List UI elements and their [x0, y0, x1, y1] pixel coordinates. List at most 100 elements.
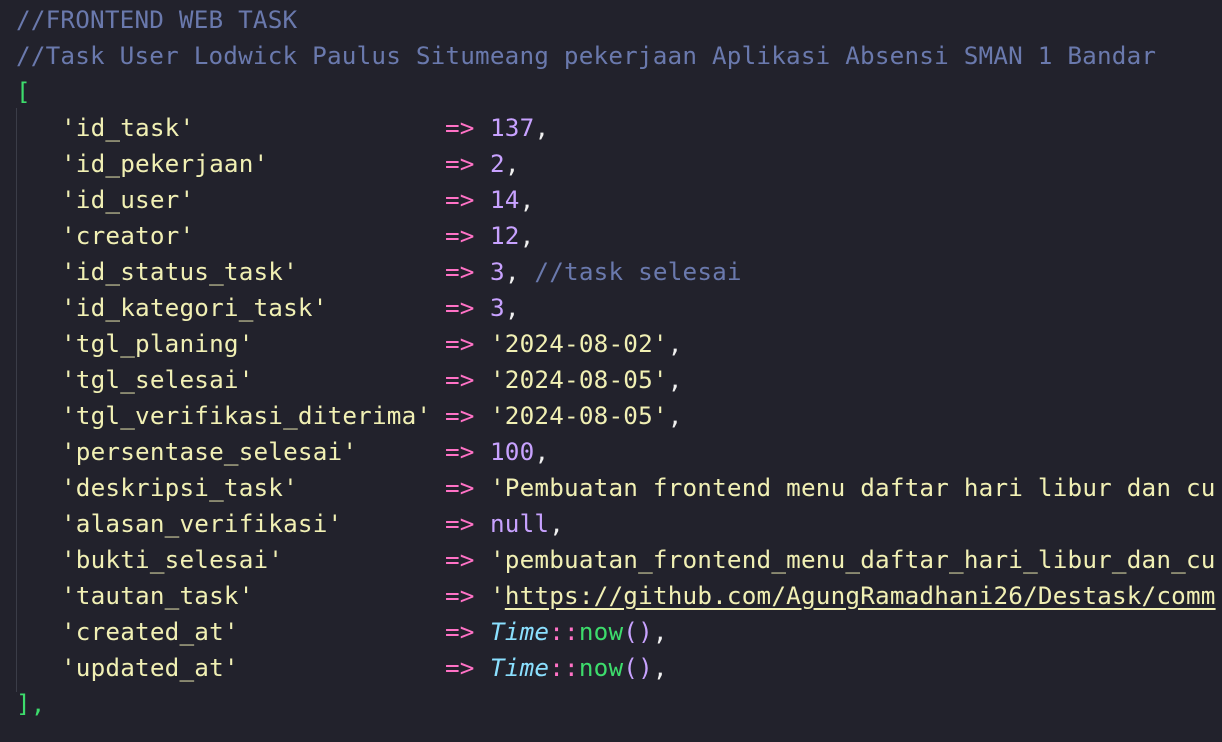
entry-value-group: 'Pembuatan frontend menu daftar hari lib…	[490, 470, 1216, 506]
arrow-operator: =>	[445, 617, 475, 646]
arrow-operator: =>	[445, 221, 475, 250]
entry-class-name: Time	[490, 653, 550, 682]
entry-value-group: 12,	[490, 218, 534, 254]
code-line: 'tautan_task' => 'https://github.com/Agung…	[0, 578, 1222, 614]
arrow-operator: =>	[445, 581, 475, 610]
entry-value: 'pembuatan_frontend_menu_daftar_hari_lib…	[490, 545, 1216, 574]
entry-value-group: '2024-08-05',	[490, 398, 683, 434]
entry-key: 'tautan_task'	[61, 581, 254, 610]
arrow-operator: =>	[445, 293, 475, 322]
entry-key: 'bukti_selesai'	[61, 545, 284, 574]
code-line: 'deskripsi_task' => 'Pembuatan frontend me…	[0, 470, 1222, 506]
entry-comma: ,	[549, 509, 565, 538]
entry-value-group: null,	[490, 506, 564, 542]
entry-key: 'deskripsi_task'	[61, 473, 298, 502]
arrow-operator: =>	[445, 185, 475, 214]
entry-value-group: 'https://github.com/AgungRamadhani26/Des…	[490, 578, 1216, 614]
code-line: 'updated_at' => Time::now(),	[0, 650, 1222, 686]
entry-key: 'alasan_verifikasi'	[61, 509, 343, 538]
entry-scope-operator: ::	[549, 617, 579, 646]
entry-value: null	[490, 509, 550, 538]
entry-comma: ,	[534, 113, 550, 142]
entry-value: 3	[490, 257, 505, 286]
arrow-operator: =>	[445, 473, 475, 502]
entry-key: 'tgl_selesai'	[61, 365, 254, 394]
close-bracket: ],	[16, 686, 46, 722]
entry-key: 'updated_at'	[61, 653, 239, 682]
entry-value: 3	[490, 293, 505, 322]
inline-comment: //task selesai	[519, 257, 742, 286]
entry-value-group: '2024-08-02',	[490, 326, 683, 362]
entry-comma: ,	[667, 401, 683, 430]
entry-key: 'id_kategori_task'	[61, 293, 328, 322]
entry-value-group: 'pembuatan_frontend_menu_daftar_hari_lib…	[490, 542, 1216, 578]
arrow-operator: =>	[445, 509, 475, 538]
entry-parens: ()	[623, 653, 653, 682]
code-line: 'persentase_selesai' => 100,	[0, 434, 1222, 470]
entry-value-group: 3, //task selesai	[490, 254, 742, 290]
entry-comma: ,	[504, 149, 520, 178]
entry-parens: ()	[623, 617, 653, 646]
entry-value-quote: '	[490, 581, 505, 610]
entry-value-group: 14,	[490, 182, 534, 218]
code-line: 'tgl_verifikasi_diterima' => '2024-08-05',	[0, 398, 1222, 434]
entry-value: 100	[490, 437, 535, 466]
entry-value-group: 100,	[490, 434, 549, 470]
entry-key: 'id_user'	[61, 185, 195, 214]
arrow-operator: =>	[445, 437, 475, 466]
entry-comma: ,	[504, 293, 520, 322]
comment-line-description: //Task User Lodwick Paulus Situmeang pek…	[16, 41, 1157, 70]
entry-comma: ,	[504, 257, 520, 286]
code-editor[interactable]: //FRONTEND WEB TASK //Task User Lodwick …	[0, 0, 1222, 742]
entry-value: 14	[490, 185, 520, 214]
entry-value-group: 137,	[490, 110, 549, 146]
arrow-operator: =>	[445, 545, 475, 574]
code-line: 'id_status_task' => 3, //task selesai	[0, 254, 1222, 290]
entry-key: 'tgl_verifikasi_diterima'	[61, 401, 432, 430]
entry-value-group: Time::now(),	[490, 650, 668, 686]
code-line: 'id_pekerjaan' => 2,	[0, 146, 1222, 182]
code-line: 'id_user' => 14,	[0, 182, 1222, 218]
code-line: 'creator' => 12,	[0, 218, 1222, 254]
entry-comma: ,	[667, 365, 683, 394]
entry-value: 12	[490, 221, 520, 250]
entry-key: 'id_task'	[61, 113, 195, 142]
entry-value: '2024-08-05'	[490, 401, 668, 430]
entry-key: 'tgl_planing'	[61, 329, 254, 358]
arrow-operator: =>	[445, 329, 475, 358]
entry-value-group: 2,	[490, 146, 520, 182]
entry-comma: ,	[652, 617, 668, 646]
entry-comma: ,	[534, 437, 550, 466]
entry-value: 2	[490, 149, 505, 178]
entry-comma: ,	[519, 185, 535, 214]
code-line: 'id_task' => 137,	[0, 110, 1222, 146]
close-bracket-text: ],	[16, 689, 46, 718]
code-line: 'alasan_verifikasi' => null,	[0, 506, 1222, 542]
arrow-operator: =>	[445, 401, 475, 430]
entry-key: 'created_at'	[61, 617, 239, 646]
entry-class-name: Time	[490, 617, 550, 646]
entry-value: '2024-08-02'	[490, 329, 668, 358]
entry-function: now	[578, 653, 624, 682]
entry-key: 'persentase_selesai'	[61, 437, 358, 466]
entry-key: 'creator'	[61, 221, 195, 250]
open-bracket: [	[16, 77, 31, 106]
entry-link[interactable]: https://github.com/AgungRamadhani26/Dest…	[505, 581, 1216, 610]
entry-value-group: 3,	[490, 290, 520, 326]
entry-comma: ,	[652, 653, 668, 682]
entry-value-group: Time::now(),	[490, 614, 668, 650]
arrow-operator: =>	[445, 113, 475, 142]
code-line: 'tgl_planing' => '2024-08-02',	[0, 326, 1222, 362]
entry-function: now	[578, 617, 624, 646]
entry-value: '2024-08-05'	[490, 365, 668, 394]
code-line: 'created_at' => Time::now(),	[0, 614, 1222, 650]
entry-value-group: '2024-08-05',	[490, 362, 683, 398]
entry-value: 137	[490, 113, 535, 142]
entry-key: 'id_status_task'	[61, 257, 298, 286]
entry-comma: ,	[519, 221, 535, 250]
arrow-operator: =>	[445, 149, 475, 178]
code-line: 'bukti_selesai' => 'pembuatan_frontend_men…	[0, 542, 1222, 578]
entry-comma: ,	[667, 329, 683, 358]
arrow-operator: =>	[445, 257, 475, 286]
comment-line-title: //FRONTEND WEB TASK	[16, 5, 298, 34]
